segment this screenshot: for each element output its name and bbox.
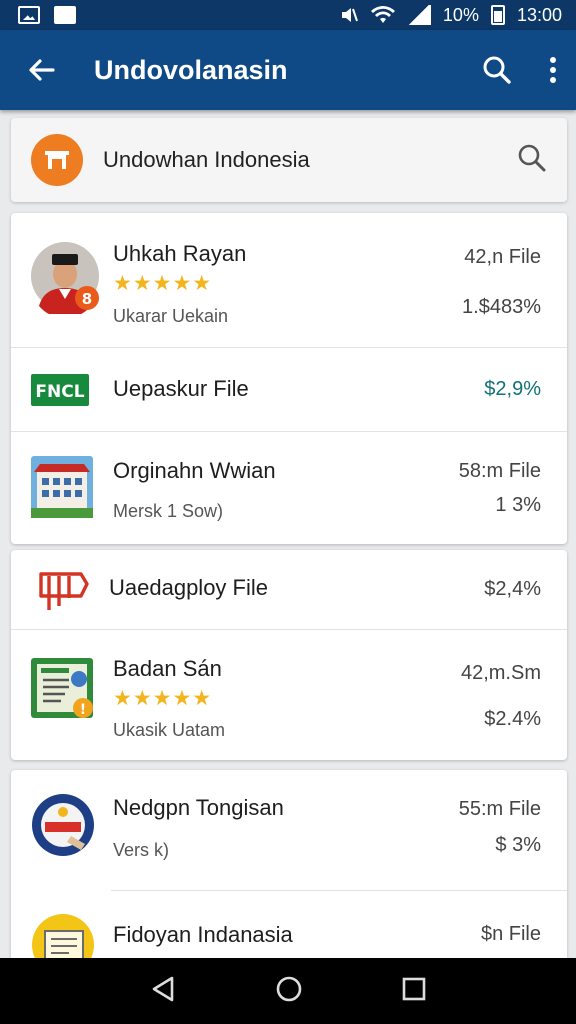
item-value: $n File: [480, 923, 541, 945]
svg-text:FNCL: FNCL: [35, 382, 84, 402]
item-percent: $2.4%: [484, 708, 541, 730]
list-item[interactable]: ! Badan Sán ★★★★★ Ukasik Uatam 42,m.Sm $…: [11, 630, 567, 760]
document-app-icon: !: [31, 658, 95, 727]
item-value: $2,9%: [484, 378, 541, 400]
item-name: Fidoyan Indanasia: [113, 922, 293, 947]
item-value: $2,4%: [484, 578, 541, 600]
item-name: Uepaskur File: [113, 376, 249, 401]
avatar-badge: 8: [82, 290, 92, 308]
profile-avatar: 8: [31, 242, 99, 319]
app-bar: Undovolanasin: [0, 30, 576, 110]
item-name: Badan Sán: [113, 656, 222, 681]
seal-badge-icon: [31, 792, 95, 863]
item-percent: 1 3%: [495, 494, 541, 516]
item-name: Uaedagploy File: [109, 575, 268, 600]
search-card-label: Undowhan Indonesia: [103, 147, 310, 172]
item-name: Nedgpn Tongisan: [113, 795, 284, 820]
more-vert-icon[interactable]: [548, 55, 558, 85]
fncl-logo: FNCL: [31, 374, 89, 411]
item-value: 42,n File: [464, 246, 541, 268]
list-item[interactable]: Uaedagploy File $2,4%: [11, 550, 567, 630]
rating-stars: ★★★★★: [113, 272, 213, 295]
nav-home-icon[interactable]: [275, 975, 303, 1008]
item-percent: $ 3%: [495, 834, 541, 856]
back-arrow-icon[interactable]: [26, 55, 66, 85]
page-title: Undovolanasin: [94, 54, 288, 85]
item-percent: 1.$483%: [462, 296, 541, 318]
search-card[interactable]: Undowhan Indonesia: [11, 118, 567, 202]
battery-text: 10%: [442, 4, 479, 25]
item-value: 42,m.Sm: [460, 662, 541, 684]
search-icon[interactable]: [517, 143, 547, 178]
item-subtitle: Ukarar Uekain: [113, 306, 229, 326]
list-card: Uaedagploy File $2,4% ! Badan Sán ★★★★★ …: [11, 550, 567, 760]
message-icon: [54, 6, 76, 24]
building-icon: [31, 456, 93, 523]
wifi-icon: [370, 6, 395, 23]
item-name: Orginahn Wwian: [113, 458, 276, 483]
house-outline-icon: [37, 566, 89, 619]
clock: 13:00: [516, 4, 562, 25]
signal-icon: [406, 5, 431, 25]
item-name: Uhkah Rayan: [113, 241, 247, 266]
status-bar: 10% 13:00: [0, 0, 576, 30]
rating-stars: ★★★★★: [113, 687, 213, 710]
battery-icon: [490, 5, 505, 25]
list-card: 8 Uhkah Rayan ★★★★★ Ukarar Uekain 42,n F…: [11, 213, 567, 544]
list-item[interactable]: FNCL Uepaskur File $2,9%: [11, 348, 567, 432]
svg-text:!: !: [80, 702, 86, 718]
item-subtitle: Vers k): [113, 840, 170, 860]
mute-icon: [341, 8, 358, 22]
search-icon[interactable]: [482, 55, 512, 85]
list-item[interactable]: Nedgpn Tongisan Vers k) 55:m File $ 3%: [11, 770, 567, 891]
nav-recents-icon[interactable]: [402, 977, 426, 1006]
gallery-icon: [18, 6, 40, 24]
item-value: 55:m File: [458, 798, 541, 820]
item-subtitle: Mersk 1 Sow): [113, 501, 224, 521]
system-nav-bar: [0, 958, 576, 1024]
list-item[interactable]: Orginahn Wwian Mersk 1 Sow) 58:m File 1 …: [11, 432, 567, 544]
list-card: Nedgpn Tongisan Vers k) 55:m File $ 3% F…: [11, 770, 567, 970]
item-subtitle: Ukasik Uatam: [113, 720, 226, 740]
item-value: 58:m File: [458, 460, 541, 482]
list-item[interactable]: 8 Uhkah Rayan ★★★★★ Ukarar Uekain 42,n F…: [11, 213, 567, 348]
brand-logo-icon: [31, 134, 83, 186]
nav-back-icon[interactable]: [150, 975, 176, 1008]
